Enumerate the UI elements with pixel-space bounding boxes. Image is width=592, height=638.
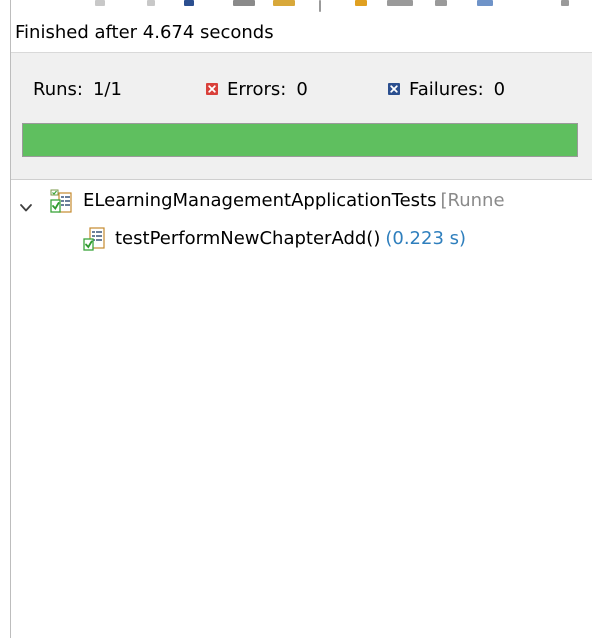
failure-icon xyxy=(388,83,400,95)
test-case-passed-icon xyxy=(83,227,105,251)
error-icon xyxy=(206,83,218,95)
toolbar-partial xyxy=(11,0,592,14)
toolbar-icon[interactable] xyxy=(95,0,105,6)
failures-counter: Failures: 0 xyxy=(388,77,505,103)
toolbar-icon[interactable] xyxy=(435,0,447,6)
test-summary: Runs: 1/1 Errors: 0 Failures: 0 xyxy=(11,52,592,180)
runs-value: 1/1 xyxy=(92,79,122,100)
runs-label: Runs: xyxy=(33,79,83,100)
test-name: testPerformNewChapterAdd() xyxy=(115,228,381,249)
errors-value: 0 xyxy=(296,79,308,100)
status-message: Finished after 4.674 seconds xyxy=(15,22,274,43)
toolbar-icon[interactable] xyxy=(233,0,255,6)
toolbar-icon[interactable] xyxy=(477,0,493,6)
toolbar-icon[interactable] xyxy=(147,0,155,6)
suite-name: ELearningManagementApplicationTests xyxy=(83,190,437,211)
runner-label: [Runne xyxy=(440,190,505,211)
failures-value: 0 xyxy=(493,79,506,100)
failures-label: Failures: xyxy=(409,79,484,100)
toolbar-icon[interactable] xyxy=(387,0,413,6)
toolbar-icon[interactable] xyxy=(184,0,194,6)
toolbar-icon[interactable] xyxy=(273,0,295,6)
errors-counter: Errors: 0 xyxy=(206,77,308,103)
junit-view: Finished after 4.674 seconds Runs: 1/1 Er… xyxy=(10,0,592,638)
test-elapsed-time: (0.223 s) xyxy=(385,228,467,249)
toolbar-separator xyxy=(319,0,321,12)
toolbar-icon[interactable] xyxy=(355,0,367,6)
progress-bar xyxy=(22,123,578,157)
toolbar-icon[interactable] xyxy=(561,0,569,6)
runs-counter: Runs: 1/1 xyxy=(33,77,122,103)
errors-label: Errors: xyxy=(227,79,287,100)
test-suite-passed-icon xyxy=(50,189,72,213)
progress-fill xyxy=(23,124,577,156)
test-tree[interactable]: ELearningManagementApplicationTests [Runn… xyxy=(11,181,592,638)
chevron-down-icon[interactable] xyxy=(19,195,33,212)
